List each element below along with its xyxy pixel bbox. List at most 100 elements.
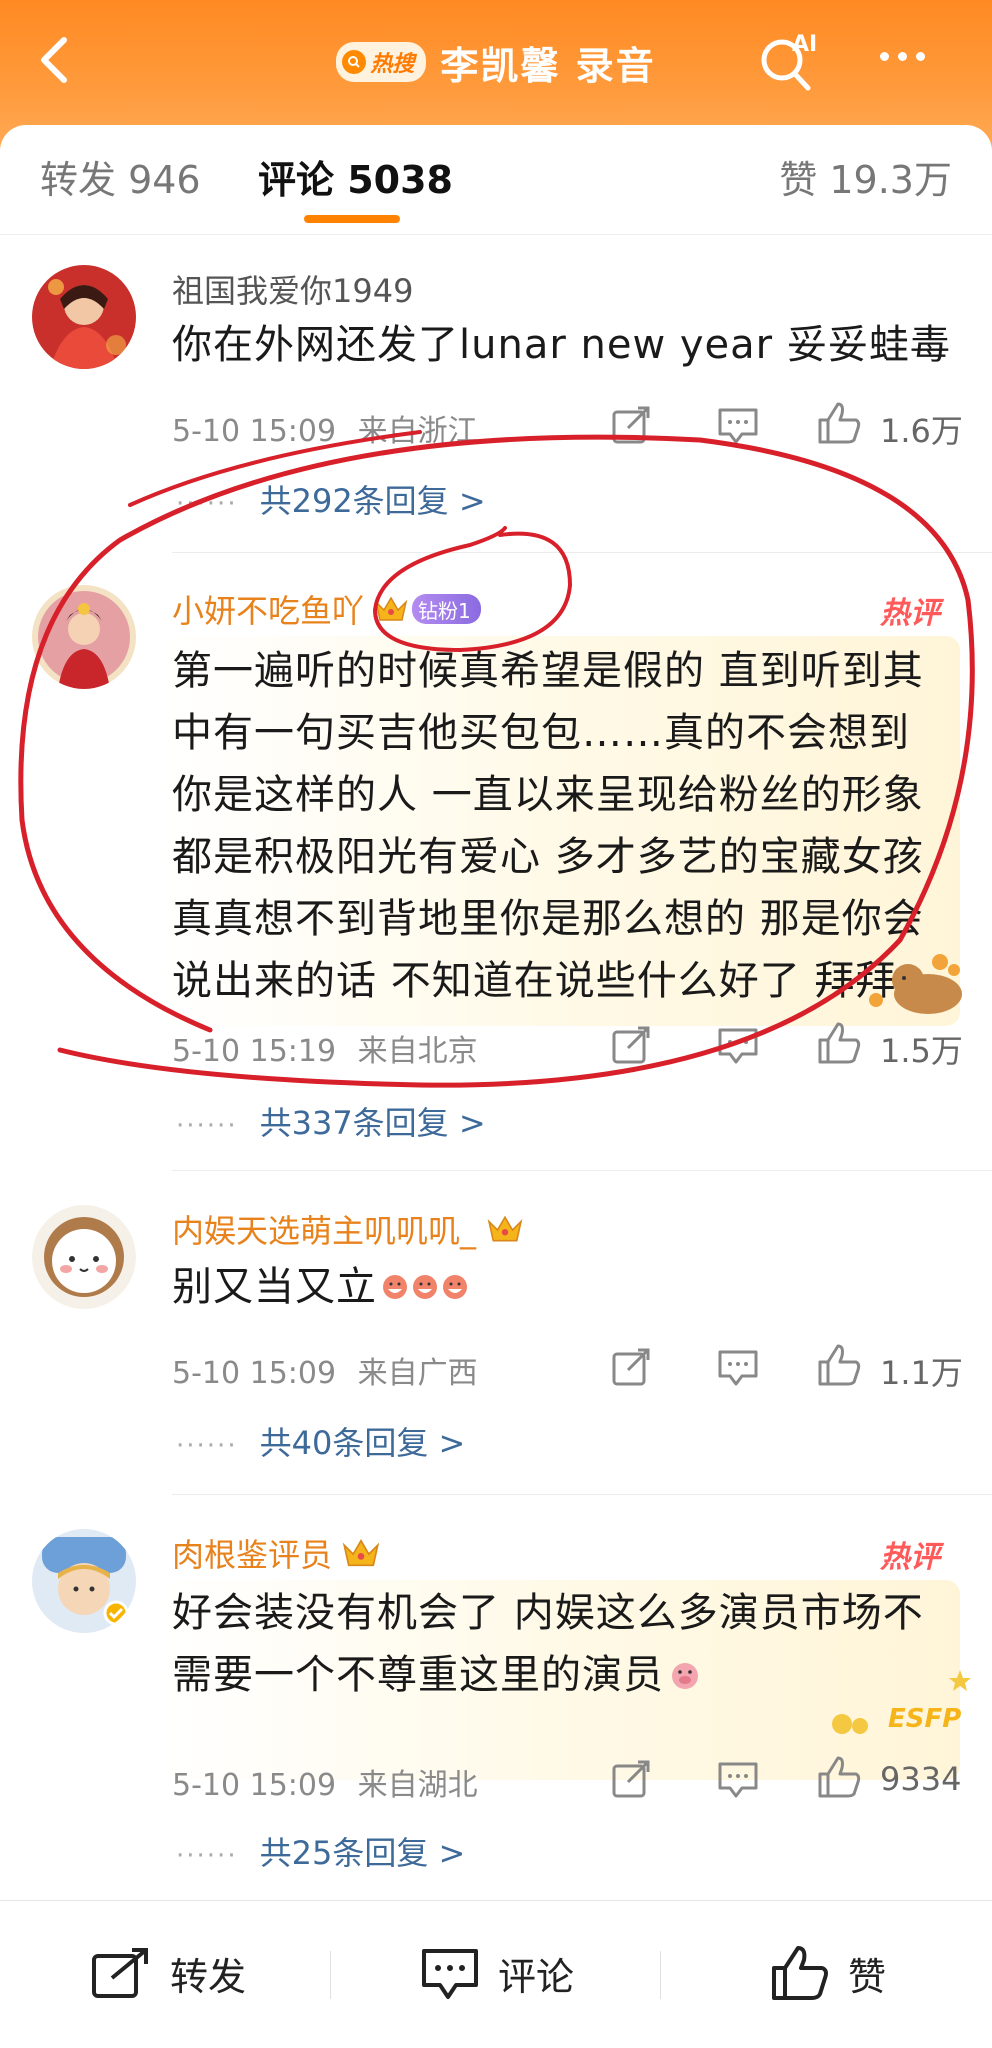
capybara-sticker-icon — [869, 954, 962, 1014]
comment-location: 来自湖北 — [357, 1768, 478, 1803]
comment-text-line: 你是这样的人 一直以来呈现给粉丝的形象 — [172, 772, 924, 818]
emoji-icons — [381, 1273, 469, 1301]
comment-text-line: 说出来的话 不知道在说些什么好了 拜拜 — [172, 958, 897, 1004]
ai-label: AI — [792, 32, 818, 57]
comment-location: 来自北京 — [357, 1034, 478, 1069]
reply-count: 共337条回复 > — [259, 1104, 486, 1142]
laughing-emoji-icon — [413, 1275, 437, 1299]
fan-level-badge: 钻粉1 — [412, 594, 481, 624]
avatar[interactable] — [32, 265, 136, 369]
share-icon[interactable] — [610, 1758, 654, 1802]
comment-icon[interactable] — [716, 1758, 760, 1802]
laughing-emoji-icon — [443, 1275, 467, 1299]
view-replies-link[interactable]: ······ 共25条回复 > — [176, 1828, 465, 1874]
crown-icon — [342, 1539, 380, 1567]
like-count: 1.6万 — [880, 412, 963, 450]
comment-text-line: 第一遍听的时候真希望是假的 直到听到其 — [172, 648, 924, 694]
avatar[interactable] — [32, 1205, 136, 1309]
thumbs-up-icon — [772, 1946, 828, 2000]
comment-button[interactable]: 评论 — [420, 1943, 574, 2003]
comment-time: 5-10 15:09 — [172, 1768, 337, 1803]
bottom-action-bar: 转发 评论 赞 — [0, 1900, 992, 2048]
laughing-emoji-icon — [383, 1275, 407, 1299]
view-replies-link[interactable]: ······ 共292条回复 > — [176, 476, 486, 522]
comment-location: 来自广西 — [357, 1356, 478, 1391]
thumbs-up-icon[interactable] — [816, 1342, 862, 1388]
ai-search-button[interactable]: AI — [756, 30, 826, 96]
reply-count: 共25条回复 > — [259, 1834, 466, 1872]
esfp-label: ESFP — [888, 1704, 962, 1734]
divider — [172, 1170, 992, 1171]
comment-time: 5-10 15:19 — [172, 1034, 337, 1069]
comment-text-line: 真真想不到背地里你是那么想的 那是你会 — [172, 896, 924, 942]
comment-text-line: 中有一句买吉他买包包……真的不会想到 — [172, 710, 910, 756]
thumbs-up-icon[interactable] — [816, 400, 862, 446]
comment-icon — [422, 1949, 478, 1999]
comment-text: 你在外网还发了lunar new year 妥妥蛙毒 — [172, 322, 951, 368]
comment-text-line: 好会装没有机会了 内娱这么多演员市场不 — [172, 1590, 924, 1636]
username[interactable]: 内娱天选萌主叽叽叽_ — [172, 1206, 476, 1252]
comment-text: 别又当又立 — [172, 1264, 377, 1310]
divider — [172, 552, 992, 553]
more-options-icon[interactable] — [880, 52, 925, 61]
view-replies-link[interactable]: ······ 共337条回复 > — [176, 1098, 486, 1144]
share-icon[interactable] — [610, 1024, 654, 1068]
esfp-sticker: ESFP — [820, 1664, 980, 1744]
crown-icon — [487, 1215, 523, 1242]
like-count: 1.1万 — [880, 1354, 963, 1392]
pig-emoji-icon — [672, 1663, 698, 1689]
repost-button[interactable]: 转发 — [90, 1943, 246, 2003]
reply-count: 共292条回复 > — [259, 482, 486, 520]
username[interactable]: 肉根鉴评员 — [172, 1530, 332, 1576]
repost-icon — [92, 1948, 148, 1998]
share-icon[interactable] — [610, 404, 654, 448]
comment-meta: 5-10 15:09 来自浙江 — [172, 406, 478, 450]
comment-icon[interactable] — [716, 1346, 760, 1390]
tab-comments[interactable]: 评论 5038 — [258, 149, 453, 204]
comment-label: 评论 — [498, 1954, 575, 1999]
comment-meta: 5-10 15:19 来自北京 — [172, 1026, 478, 1070]
thumbs-up-icon[interactable] — [816, 1020, 862, 1066]
comment-icon[interactable] — [716, 404, 760, 448]
comment-meta: 5-10 15:09 来自湖北 — [172, 1760, 478, 1804]
search-icon — [342, 50, 367, 74]
active-tab-indicator — [304, 215, 400, 223]
view-replies-link[interactable]: ······ 共40条回复 > — [176, 1418, 465, 1464]
divider — [330, 1951, 331, 1999]
avatar[interactable] — [32, 585, 136, 689]
tab-repost[interactable]: 转发 946 — [40, 149, 201, 204]
like-button[interactable]: 赞 — [770, 1943, 886, 2003]
username-row: 肉根鉴评员 — [172, 1530, 380, 1576]
tab-likes[interactable]: 赞 19.3万 — [779, 149, 952, 204]
like-label: 赞 — [848, 1954, 887, 1999]
topic-header[interactable]: 热搜 李凯馨 录音 — [0, 34, 992, 90]
divider — [172, 1494, 992, 1495]
comment-text: 第一遍听的时候真希望是假的 直到听到其 中有一句买吉他买包包……真的不会想到 你… — [172, 640, 952, 1012]
comment-tabs: 转发 946 评论 5038 赞 19.3万 — [0, 125, 992, 235]
username[interactable]: 小妍不吃鱼吖 — [172, 586, 364, 632]
repost-label: 转发 — [170, 1954, 247, 1999]
comment-meta: 5-10 15:09 来自广西 — [172, 1348, 478, 1392]
hot-search-label: 热搜 — [370, 52, 415, 77]
hot-comment-badge: 热评 — [880, 1540, 940, 1575]
thumbs-up-icon[interactable] — [816, 1754, 862, 1800]
comment-text-line: 需要一个不尊重这里的演员 — [172, 1652, 664, 1698]
like-count: 9334 — [880, 1760, 962, 1798]
comment-time: 5-10 15:09 — [172, 1356, 337, 1391]
reply-count: 共40条回复 > — [259, 1424, 466, 1462]
comment-text-line: 都是积极阳光有爱心 多才多艺的宝藏女孩 — [172, 834, 924, 880]
topic-title: 李凯馨 录音 — [440, 43, 656, 88]
comment-text-row: 别又当又立 — [172, 1256, 952, 1318]
crown-icon — [374, 596, 408, 621]
username[interactable]: 祖国我爱你1949 — [172, 266, 413, 312]
username-row: 小妍不吃鱼吖 钻粉1 — [172, 586, 481, 632]
avatar[interactable] — [32, 1529, 136, 1633]
divider — [660, 1951, 661, 1999]
hot-search-badge: 热搜 — [336, 42, 427, 82]
comment-location: 来自浙江 — [357, 414, 478, 449]
username-row: 内娱天选萌主叽叽叽_ — [172, 1206, 524, 1252]
like-count: 1.5万 — [880, 1032, 963, 1070]
comment-icon[interactable] — [716, 1024, 760, 1068]
share-icon[interactable] — [610, 1346, 654, 1390]
comment-time: 5-10 15:09 — [172, 414, 337, 449]
